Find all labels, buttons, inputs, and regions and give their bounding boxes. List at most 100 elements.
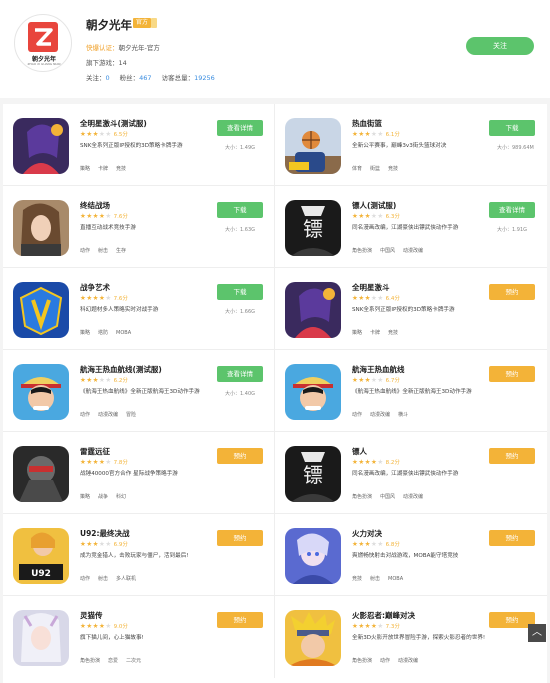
game-tag[interactable]: 射击 xyxy=(98,248,108,254)
game-tag[interactable]: 策略 xyxy=(352,330,362,336)
game-tag[interactable]: 体育 xyxy=(352,166,362,172)
game-title[interactable]: 火影忍者:巅峰对决 xyxy=(352,610,415,621)
game-title[interactable]: 战争艺术 xyxy=(80,282,110,293)
game-action-button[interactable]: 下载 xyxy=(489,120,535,136)
game-tag[interactable]: 动漫改编 xyxy=(98,412,118,418)
game-tag[interactable]: 竞技 xyxy=(116,166,126,172)
game-tag[interactable]: 动漫改编 xyxy=(403,248,423,254)
game-tag[interactable]: 角色扮演 xyxy=(80,658,100,664)
game-tag[interactable]: 动漫改编 xyxy=(403,494,423,500)
soldier-girl-icon[interactable] xyxy=(13,200,69,256)
game-action-button[interactable]: 预约 xyxy=(217,530,263,546)
game-action-button[interactable]: 下载 xyxy=(217,202,263,218)
game-title[interactable]: 航海王热血航线(测试服) xyxy=(80,364,162,375)
game-tag[interactable]: 冒险 xyxy=(126,412,136,418)
game-tag[interactable]: 街篮 xyxy=(370,166,380,172)
game-tag[interactable]: 二次元 xyxy=(126,658,141,664)
game-action-button[interactable]: 预约 xyxy=(489,530,535,546)
game-card[interactable]: 航海王热血航线(测试服) ★★★★★ 6.2分 《航海王热血航线》全新正版航海王3… xyxy=(3,350,275,432)
game-title[interactable]: 航海王热血航线 xyxy=(352,364,405,375)
game-card[interactable]: 火力对决 ★★★★★ 6.8分 爽燃畅快射击对战游戏，MOBA能守塔竞技 竞技 射击… xyxy=(275,514,547,596)
game-tag[interactable]: 战争 xyxy=(98,494,108,500)
basketball-icon[interactable] xyxy=(285,118,341,174)
game-card[interactable]: 火影忍者:巅峰对决 ★★★★★ 7.3分 全新3D火影开放世界冒险手游，探索火影忍… xyxy=(275,596,547,678)
game-action-button[interactable]: 预约 xyxy=(489,366,535,382)
game-tag[interactable]: 竞技 xyxy=(388,166,398,172)
biao-ren-icon[interactable]: 镖 xyxy=(285,446,341,502)
game-card[interactable]: 终结战场 ★★★★★ 7.6分 直播互动战术竞技手游 动作 射击 生存 下载 大小：1… xyxy=(3,186,275,268)
game-tag[interactable]: 中国风 xyxy=(380,494,395,500)
game-tag[interactable]: 卡牌 xyxy=(370,330,380,336)
game-tag[interactable]: 射击 xyxy=(370,576,380,582)
game-tag[interactable]: 动作 xyxy=(80,248,90,254)
game-card[interactable]: 雷霆远征 ★★★★★ 7.8分 战锤40000官方合作 星际战争策略手游 策略 战争… xyxy=(3,432,275,514)
game-tag[interactable]: 恋爱 xyxy=(108,658,118,664)
game-card[interactable]: U92 U92:最终决战 ★★★★★ 6.9分 成为竞金猎人，击败玩家与僵尸，活到… xyxy=(3,514,275,596)
game-title[interactable]: U92:最终决战 xyxy=(80,528,130,539)
game-title[interactable]: 热血街篮 xyxy=(352,118,382,129)
game-action-button[interactable]: 预约 xyxy=(489,284,535,300)
game-tag[interactable]: 动作 xyxy=(380,658,390,664)
game-title[interactable]: 镖人(测试服) xyxy=(352,200,396,211)
game-tag[interactable]: 竞技 xyxy=(388,330,398,336)
game-card[interactable]: 镖 镖人 ★★★★★ 8.2分 同名漫画改编，江湖豪侠出镖武侠动作手游 角色扮演 中… xyxy=(275,432,547,514)
game-action-button[interactable]: 查看详情 xyxy=(217,120,263,136)
scroll-top-button[interactable]: ︿ xyxy=(528,624,546,642)
game-action-button[interactable]: 预约 xyxy=(217,448,263,464)
game-card[interactable]: 战争艺术 ★★★★★ 7.6分 科幻题材多人策略实时对战手游 策略 塔防 MOBA 下… xyxy=(3,268,275,350)
game-card[interactable]: 镖 镖人(测试服) ★★★★★ 6.3分 同名漫画改编，江湖豪侠出镖武侠动作手游 … xyxy=(275,186,547,268)
game-score: 6.5分 xyxy=(113,132,128,138)
game-card[interactable]: 全明星激斗 ★★★★★ 6.4分 SNK全系列正版IP授权的3D策略卡牌手游 策略… xyxy=(275,268,547,350)
game-tag[interactable]: 射击 xyxy=(98,576,108,582)
biao-ren-icon[interactable]: 镖 xyxy=(285,200,341,256)
game-action-button[interactable]: 查看详情 xyxy=(489,202,535,218)
game-tag[interactable]: 动漫改编 xyxy=(370,412,390,418)
game-title[interactable]: 终结战场 xyxy=(80,200,110,211)
game-tag[interactable]: 塔防 xyxy=(98,330,108,336)
game-tag[interactable]: 中国风 xyxy=(380,248,395,254)
firepower-icon[interactable] xyxy=(285,528,341,584)
game-card[interactable]: 全明星激斗(测试服) ★★★★★ 6.5分 SNK全系列正版IP授权的3D策略卡牌… xyxy=(3,104,275,186)
game-title[interactable]: 雷霆远征 xyxy=(80,446,110,457)
game-title[interactable]: 全明星激斗 xyxy=(352,282,390,293)
game-tag[interactable]: 策略 xyxy=(80,166,90,172)
game-tag[interactable]: 动作 xyxy=(352,412,362,418)
one-piece-icon[interactable] xyxy=(13,364,69,420)
follow-button[interactable]: 关注 xyxy=(466,37,534,55)
one-piece-icon[interactable] xyxy=(285,364,341,420)
game-tag[interactable]: 生存 xyxy=(116,248,126,254)
game-tag[interactable]: MOBA xyxy=(388,576,403,582)
fighter-girl-icon[interactable] xyxy=(13,118,69,174)
game-title[interactable]: 全明星激斗(测试服) xyxy=(80,118,147,129)
game-card[interactable]: 航海王热血航线 ★★★★★ 6.7分 《航海王热血航线》全新正版航海王3D动作手游… xyxy=(275,350,547,432)
game-title[interactable]: 灵猫传 xyxy=(80,610,103,621)
naruto-icon[interactable] xyxy=(285,610,341,666)
game-tag[interactable]: 角色扮演 xyxy=(352,494,372,500)
game-tag[interactable]: 动作 xyxy=(80,576,90,582)
game-action-button[interactable]: 下载 xyxy=(217,284,263,300)
game-card[interactable]: 热血街篮 ★★★★★ 6.1分 全新公平赛事，巅峰3v3街头篮球对决 体育 街篮 竞技… xyxy=(275,104,547,186)
game-action-button[interactable]: 预约 xyxy=(489,448,535,464)
war-art-icon[interactable] xyxy=(13,282,69,338)
game-tag[interactable]: 横斗 xyxy=(398,412,408,418)
u92-icon[interactable]: U92 xyxy=(13,528,69,584)
warhammer-icon[interactable] xyxy=(13,446,69,502)
game-tag[interactable]: MOBA xyxy=(116,330,131,336)
game-title[interactable]: 火力对决 xyxy=(352,528,382,539)
game-action-button[interactable]: 预约 xyxy=(217,612,263,628)
game-tag[interactable]: 卡牌 xyxy=(98,166,108,172)
fighter-girl-icon[interactable] xyxy=(285,282,341,338)
game-card[interactable]: 灵猫传 ★★★★★ 9.0分 旗下猫儿间，心上猫故事! 角色扮演 恋爱 二次元 预约 xyxy=(3,596,275,678)
game-tag[interactable]: 角色扮演 xyxy=(352,658,372,664)
game-tag[interactable]: 竞技 xyxy=(352,576,362,582)
ling-mao-icon[interactable] xyxy=(13,610,69,666)
game-tag[interactable]: 动作 xyxy=(80,412,90,418)
game-tag[interactable]: 多人联机 xyxy=(116,576,136,582)
game-tag[interactable]: 策略 xyxy=(80,494,90,500)
game-tag[interactable]: 角色扮演 xyxy=(352,248,372,254)
game-tag[interactable]: 科幻 xyxy=(116,494,126,500)
game-tag[interactable]: 动漫改编 xyxy=(398,658,418,664)
game-tag[interactable]: 策略 xyxy=(80,330,90,336)
game-action-button[interactable]: 查看详情 xyxy=(217,366,263,382)
game-title[interactable]: 镖人 xyxy=(352,446,367,457)
